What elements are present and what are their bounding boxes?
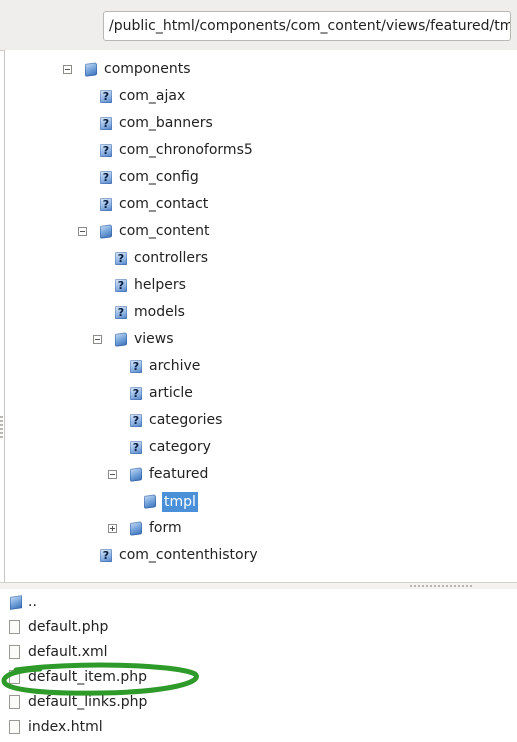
file-name: default.php xyxy=(28,619,109,635)
unknown-file-icon: ? xyxy=(115,279,127,292)
file-icon xyxy=(9,670,20,684)
file-row[interactable]: default.php xyxy=(0,616,517,641)
unknown-file-icon: ? xyxy=(115,306,127,319)
folder-icon xyxy=(115,332,127,347)
file-name: default_links.php xyxy=(28,694,148,710)
tree-node-archive[interactable]: ? archive xyxy=(5,354,505,380)
tree-node-label: com_ajax xyxy=(119,88,186,104)
tree-node-label: components xyxy=(104,61,191,77)
tree-node-label: form xyxy=(149,520,182,536)
folder-icon xyxy=(130,467,142,482)
file-icon xyxy=(9,620,20,634)
tree-node-com-banners[interactable]: ? com_banners xyxy=(5,111,505,137)
unknown-file-icon: ? xyxy=(100,198,112,211)
tree-node-label: com_contact xyxy=(119,196,209,212)
collapse-icon[interactable] xyxy=(93,335,102,344)
folder-icon xyxy=(100,224,112,239)
unknown-file-icon: ? xyxy=(130,360,142,373)
file-icon xyxy=(9,645,20,659)
collapse-icon[interactable] xyxy=(63,65,72,74)
tree-node-com-contact[interactable]: ? com_contact xyxy=(5,192,505,218)
unknown-file-icon: ? xyxy=(130,441,142,454)
collapse-icon[interactable] xyxy=(108,470,117,479)
splitter-grip[interactable] xyxy=(410,585,474,587)
tree-node-label: helpers xyxy=(134,277,186,293)
tree-node-label: com_contenthistory xyxy=(119,547,258,563)
tree-node-label: categories xyxy=(149,412,223,428)
path-input[interactable] xyxy=(103,11,511,41)
expand-icon[interactable] xyxy=(108,524,117,533)
tree-node-form[interactable]: form xyxy=(5,516,505,542)
file-name: index.html xyxy=(28,719,103,735)
file-row[interactable]: default.xml xyxy=(0,641,517,666)
path-bar xyxy=(0,0,517,51)
tree-node-label: com_config xyxy=(119,169,199,185)
file-name: default_item.php xyxy=(28,669,147,685)
unknown-file-icon: ? xyxy=(100,549,112,562)
folder-icon xyxy=(130,521,142,536)
unknown-file-icon: ? xyxy=(115,252,127,265)
unknown-file-icon: ? xyxy=(100,90,112,103)
tree-node-label: com_chronoforms5 xyxy=(119,142,253,158)
folder-open-icon xyxy=(144,494,156,509)
tree-node-com-config[interactable]: ? com_config xyxy=(5,165,505,191)
file-row[interactable]: .. xyxy=(0,591,517,616)
tree-node-label: com_content xyxy=(119,223,210,239)
file-name: default.xml xyxy=(28,644,108,660)
unknown-file-icon: ? xyxy=(100,144,112,157)
file-icon xyxy=(9,695,20,709)
side-resize-grip[interactable] xyxy=(0,414,3,438)
file-row[interactable]: index.html xyxy=(0,716,517,741)
collapse-icon[interactable] xyxy=(78,227,87,236)
tree-node-label: category xyxy=(149,439,211,455)
tree-node-com-chronoforms5[interactable]: ? com_chronoforms5 xyxy=(5,138,505,164)
tree-node-categories[interactable]: ? categories xyxy=(5,408,505,434)
tree-node-label: models xyxy=(134,304,185,320)
tree-node-label: tmpl xyxy=(162,492,198,512)
tree-node-com-ajax[interactable]: ? com_ajax xyxy=(5,84,505,110)
unknown-file-icon: ? xyxy=(100,117,112,130)
tree-node-article[interactable]: ? article xyxy=(5,381,505,407)
unknown-file-icon: ? xyxy=(130,414,142,427)
file-list[interactable]: .. default.php default.xml default_item.php… xyxy=(0,589,517,742)
tree-node-label: views xyxy=(134,331,174,347)
folder-tree[interactable]: components? com_ajax? com_banners? com_chro… xyxy=(4,50,517,582)
tree-node-com-contenthistory[interactable]: ? com_contenthistory xyxy=(5,543,505,569)
tree-node-label: controllers xyxy=(134,250,209,266)
tree-node-controllers[interactable]: ? controllers xyxy=(5,246,505,272)
tree-node-label: featured xyxy=(149,466,209,482)
tree-node-label: article xyxy=(149,385,193,401)
file-row[interactable]: default_item.php xyxy=(0,666,517,691)
file-icon xyxy=(9,720,20,734)
tree-node-models[interactable]: ? models xyxy=(5,300,505,326)
tree-node-featured[interactable]: featured xyxy=(5,462,505,488)
folder-icon xyxy=(85,62,97,77)
tree-node-category[interactable]: ? category xyxy=(5,435,505,461)
tree-node-com-content[interactable]: com_content xyxy=(5,219,505,245)
file-name: .. xyxy=(28,594,37,610)
tree-node-helpers[interactable]: ? helpers xyxy=(5,273,505,299)
tree-node-label: com_banners xyxy=(119,115,213,131)
tree-node-views[interactable]: views xyxy=(5,327,505,353)
tree-node-components[interactable]: components xyxy=(5,57,505,83)
unknown-file-icon: ? xyxy=(100,171,112,184)
parent-folder-icon xyxy=(10,595,22,610)
tree-node-label: archive xyxy=(149,358,201,374)
tree-node-tmpl[interactable]: tmpl xyxy=(5,489,505,515)
unknown-file-icon: ? xyxy=(130,387,142,400)
file-row[interactable]: default_links.php xyxy=(0,691,517,716)
